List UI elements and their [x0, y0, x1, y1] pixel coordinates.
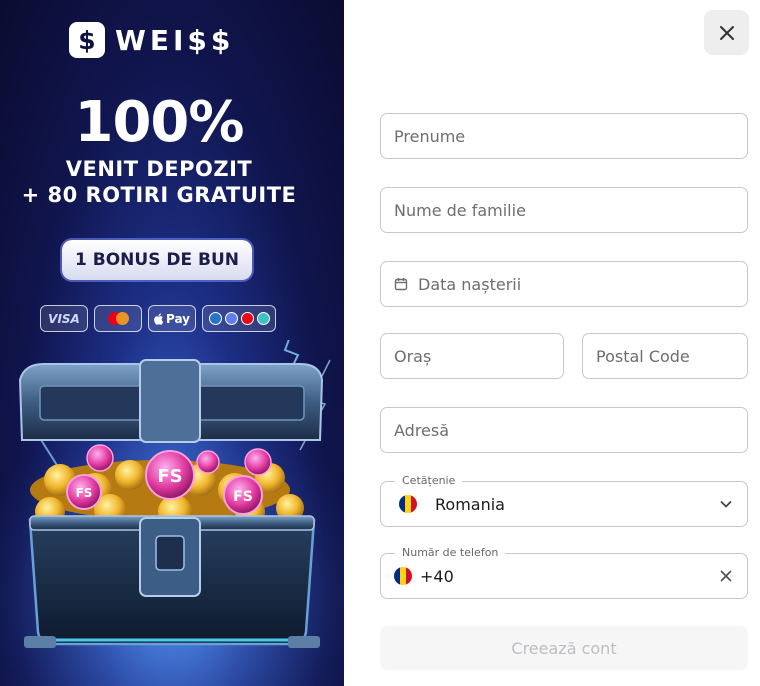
- flag-romania-icon: [394, 567, 412, 585]
- first-name-field[interactable]: Prenume: [380, 113, 748, 159]
- fs-coin-label: FS: [157, 466, 182, 487]
- promo-line-1: VENIT DEPOZIT: [65, 157, 253, 181]
- crypto-icons: [202, 305, 276, 332]
- promo-banner: $ WEI$$ 100% VENIT DEPOZIT + 80 ROTIRI G…: [0, 0, 344, 686]
- calendar-icon: [394, 278, 408, 291]
- phone-prefix: +40: [420, 566, 454, 586]
- postal-code-field[interactable]: Postal Code: [582, 333, 748, 379]
- apple-pay-icon: Pay: [148, 305, 196, 332]
- clear-icon[interactable]: [719, 569, 733, 583]
- citizenship-select[interactable]: Cetățenie Romania: [380, 473, 748, 527]
- phone-label: Număr de telefon: [395, 545, 506, 561]
- promo-percentage: 100%: [74, 90, 244, 155]
- brand-name: WEI$$: [115, 23, 235, 57]
- payment-methods: VISA Pay: [40, 305, 276, 332]
- close-button[interactable]: [704, 10, 749, 55]
- svg-text:FS: FS: [233, 489, 253, 505]
- promo-line-2: + 80 ROTIRI GRATUITE: [21, 183, 297, 207]
- treasure-chest-illustration: FS FS FS: [0, 340, 344, 686]
- address-field[interactable]: Adresă: [380, 407, 748, 453]
- bonus-badge: 1 BONUS DE BUN: [62, 240, 252, 280]
- flag-romania-icon: [399, 495, 417, 513]
- first-name-placeholder: Prenume: [394, 126, 466, 146]
- address-placeholder: Adresă: [394, 420, 450, 440]
- last-name-field[interactable]: Nume de familie: [380, 187, 748, 233]
- chevron-down-icon[interactable]: [719, 497, 733, 511]
- city-placeholder: Oraș: [394, 346, 432, 366]
- close-icon: [719, 25, 734, 40]
- last-name-placeholder: Nume de familie: [394, 200, 526, 220]
- svg-text:FS: FS: [76, 486, 93, 500]
- mastercard-icon: [94, 305, 142, 332]
- citizenship-value: Romania: [435, 494, 505, 514]
- birthdate-field[interactable]: Data nașterii: [380, 261, 748, 307]
- birthdate-placeholder: Data nașterii: [418, 274, 522, 294]
- visa-icon: VISA: [40, 305, 88, 332]
- city-field[interactable]: Oraș: [380, 333, 564, 379]
- citizenship-label: Cetățenie: [395, 473, 463, 489]
- create-account-button[interactable]: Creează cont: [380, 626, 748, 670]
- phone-field[interactable]: Număr de telefon +40: [380, 545, 748, 599]
- postal-code-placeholder: Postal Code: [596, 346, 690, 366]
- promo-headline: 100% VENIT DEPOZIT + 80 ROTIRI GRATUITE: [0, 90, 318, 208]
- brand-mark-icon: $: [69, 22, 105, 58]
- brand-logo: $ WEI$$: [69, 22, 234, 58]
